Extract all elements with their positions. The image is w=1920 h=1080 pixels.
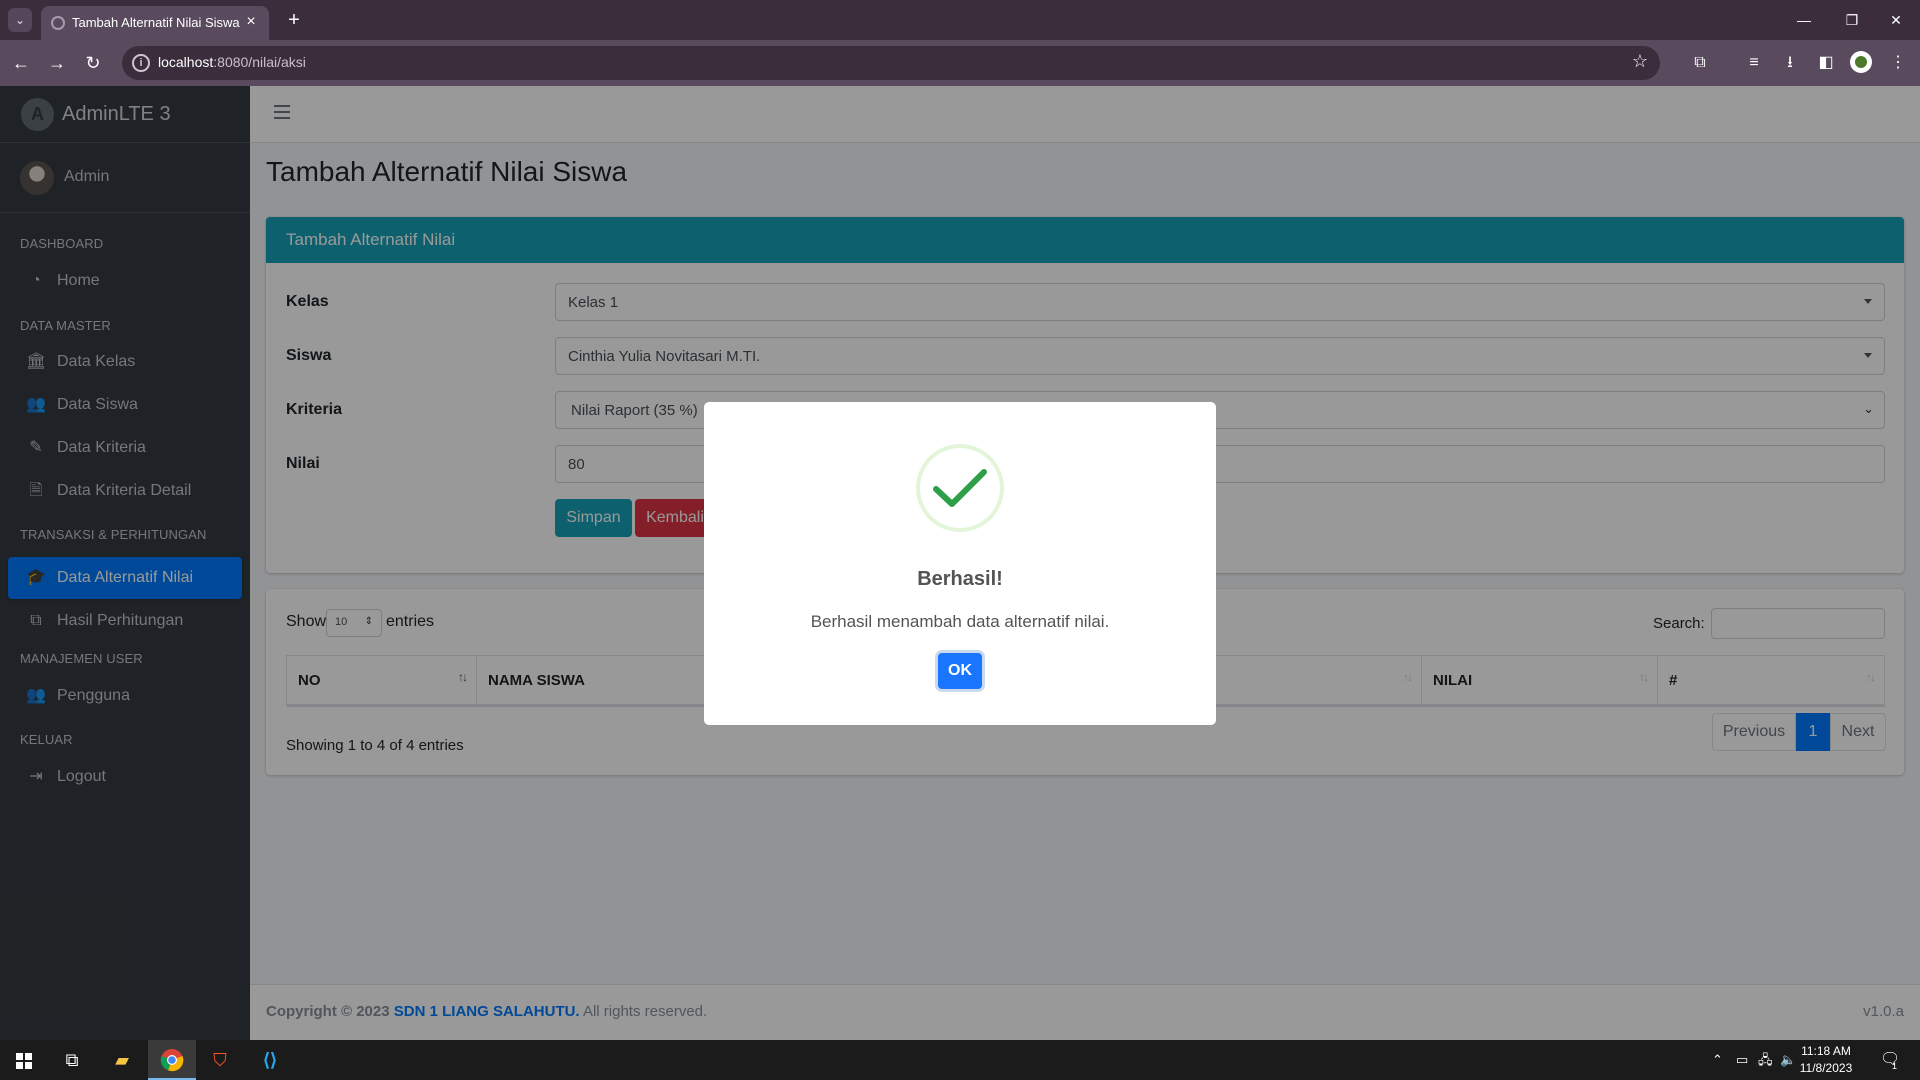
success-check-icon [916, 444, 1004, 532]
meet-now-icon[interactable]: ▭ [1736, 1040, 1748, 1080]
address-url[interactable]: localhost:8080/nilai/aksi [158, 54, 306, 70]
address-bar[interactable]: i localhost:8080/nilai/aksi ☆ [122, 46, 1660, 80]
download-icon[interactable]: ⭳ [1778, 51, 1802, 75]
tab-search-chevron-icon[interactable]: ⌄ [8, 8, 32, 32]
vscode-taskbar-icon[interactable]: ⟨⟩ [246, 1040, 294, 1080]
extensions-puzzle-icon[interactable]: ⧉ [1688, 51, 1712, 75]
browser-toolbar: ← → ↻ i localhost:8080/nilai/aksi ☆ ⧉ ≡ … [0, 40, 1920, 86]
brave-taskbar-icon[interactable]: ⛉ [196, 1040, 244, 1080]
close-tab-icon[interactable]: × [241, 12, 261, 32]
site-info-icon[interactable]: i [132, 54, 150, 72]
browser-tab[interactable]: Tambah Alternatif Nilai Siswa | × [41, 6, 269, 40]
clock-date: 11/8/2023 [1799, 1061, 1853, 1075]
minimize-window-icon[interactable]: — [1784, 6, 1824, 34]
ok-button[interactable]: OK [938, 653, 982, 689]
volume-icon[interactable]: 🔈 [1780, 1040, 1796, 1080]
dialog-message: Berhasil menambah data alternatif nilai. [810, 612, 1110, 631]
web-page: A AdminLTE 3 Admin DASHBOARD ◔ Home DATA… [0, 86, 1920, 1040]
chrome-taskbar-icon[interactable] [148, 1040, 196, 1080]
network-icon[interactable]: 🖧 [1758, 1040, 1773, 1080]
url-path: :8080/nilai/aksi [213, 54, 306, 70]
url-host: localhost [158, 54, 214, 70]
show-hidden-icons-chevron-icon[interactable]: ⌃ [1712, 1040, 1723, 1080]
profile-avatar-icon[interactable] [1850, 51, 1872, 73]
browser-tab-title: Tambah Alternatif Nilai Siswa | [72, 15, 242, 30]
close-window-icon[interactable]: ✕ [1876, 6, 1916, 34]
windows-start-icon[interactable] [0, 1040, 48, 1080]
side-panel-icon[interactable]: ◧ [1814, 51, 1838, 75]
reload-icon[interactable]: ↻ [80, 50, 106, 76]
page-favicon-icon [51, 16, 65, 30]
forward-arrow-icon[interactable]: → [44, 50, 70, 76]
success-dialog: Berhasil! Berhasil menambah data alterna… [704, 402, 1216, 725]
dialog-title: Berhasil! [917, 568, 1003, 590]
back-arrow-icon[interactable]: ← [8, 50, 34, 76]
clock-time: 11:18 AM [1801, 1044, 1851, 1058]
task-view-icon[interactable]: ⧉ [48, 1040, 96, 1080]
system-clock[interactable]: 11:18 AM 11/8/2023 [1796, 1043, 1856, 1077]
file-explorer-icon[interactable]: ▰ [98, 1040, 146, 1080]
browser-menu-icon[interactable]: ⋮ [1886, 51, 1910, 75]
notification-center-icon[interactable]: 🗨 1 [1880, 1040, 1900, 1080]
bookmark-star-icon[interactable]: ☆ [1632, 51, 1648, 72]
restore-window-icon[interactable]: ❐ [1832, 6, 1872, 34]
new-tab-plus-icon[interactable]: + [282, 8, 306, 32]
windows-taskbar: ⧉ ▰ ⛉ ⟨⟩ ⌃ ▭ 🖧 🔈 11:18 AM 11/8/2023 🗨 1 [0, 1040, 1920, 1080]
notification-count: 1 [1892, 1061, 1898, 1071]
browser-tab-strip: ⌄ Tambah Alternatif Nilai Siswa | × + — … [0, 0, 1920, 40]
media-queue-icon[interactable]: ≡ [1742, 51, 1766, 75]
